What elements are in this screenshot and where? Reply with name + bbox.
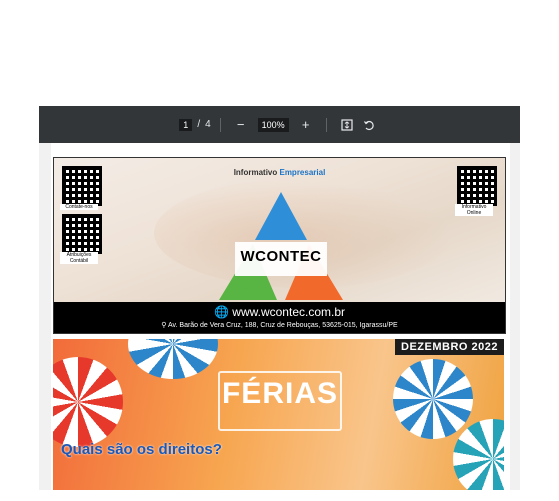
zoom-in-button[interactable]: +	[298, 117, 314, 133]
cover-question: Quais são os direitos?	[61, 441, 222, 458]
plus-icon: +	[301, 117, 310, 132]
pdf-viewer: 1 / 4 − 100% + Informativo Empresarial C…	[39, 106, 520, 490]
globe-icon: 🌐	[214, 305, 229, 319]
umbrella-icon	[453, 419, 504, 490]
umbrella-icon	[393, 359, 473, 439]
zoom-input[interactable]: 100%	[257, 117, 289, 132]
qr-code-services[interactable]	[62, 214, 102, 254]
page-number-input[interactable]: 1	[179, 118, 193, 131]
cover-image: DEZEMBRO 2022 FÉRIAS Quais são os direit…	[53, 339, 504, 490]
page-total: 4	[205, 119, 211, 130]
company-logo-text: WCONTEC	[240, 248, 322, 265]
title-prefix: Informativo	[233, 168, 278, 177]
header-banner: Informativo Empresarial Contate-nos Atri…	[53, 157, 506, 334]
title-accent: Empresarial	[279, 168, 326, 177]
fit-page-button[interactable]	[339, 117, 355, 133]
umbrella-icon	[128, 339, 218, 379]
qr-caption: Contate-nos	[60, 204, 98, 210]
qr-caption: Atribuições Contábil	[60, 252, 98, 264]
minus-icon: −	[236, 117, 245, 132]
location-pin-icon: ⚲	[161, 322, 167, 329]
toolbar-divider	[325, 117, 327, 132]
edition-month: DEZEMBRO 2022	[395, 339, 504, 355]
page-separator: /	[197, 119, 201, 130]
zoom-out-button[interactable]: −	[233, 117, 249, 133]
umbrella-icon	[53, 357, 123, 447]
newsletter-title: Informativo Empresarial	[54, 168, 505, 177]
qr-caption: Informativo Online	[455, 204, 493, 216]
address-line: ⚲ Av. Barão de Vera Cruz, 188, Cruz de R…	[54, 321, 505, 329]
qr-code-online[interactable]	[457, 166, 497, 206]
address-text: Av. Barão de Vera Cruz, 188, Cruz de Reb…	[167, 322, 398, 329]
wcontec-logo-icon	[219, 192, 343, 300]
rotate-button[interactable]	[361, 117, 377, 133]
contact-bar: 🌐 www.wcontec.com.br ⚲ Av. Barão de Vera…	[54, 302, 505, 333]
toolbar-divider	[219, 117, 221, 132]
qr-code-contact[interactable]	[62, 166, 102, 206]
cover-headline: FÉRIAS	[221, 377, 338, 410]
pdf-page: Informativo Empresarial Contate-nos Atri…	[51, 143, 510, 490]
website-text: www.wcontec.com.br	[232, 305, 345, 319]
fit-page-icon	[341, 118, 353, 131]
pdf-toolbar: 1 / 4 − 100% +	[39, 106, 520, 143]
website-link[interactable]: 🌐 www.wcontec.com.br	[54, 305, 505, 319]
rotate-icon	[363, 120, 374, 130]
